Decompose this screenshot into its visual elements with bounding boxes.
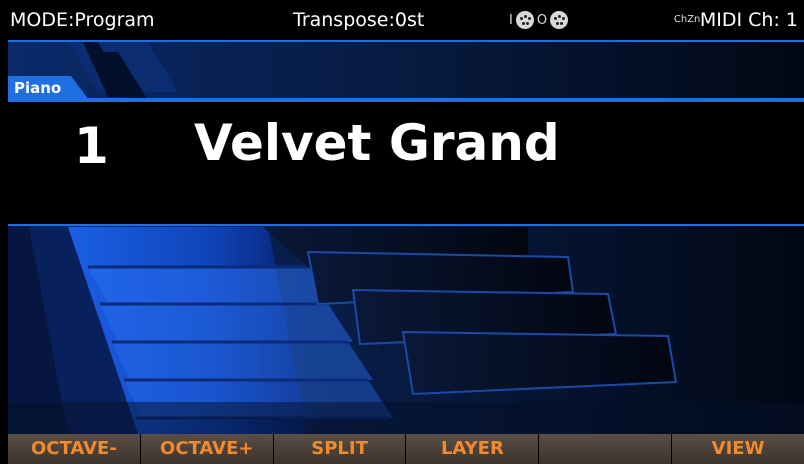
display-screen: MODE:Program Transpose:0st I O ChZn MIDI…	[0, 0, 804, 464]
midi-in-label: I	[509, 12, 513, 28]
octave-down-button[interactable]: OCTAVE-	[8, 434, 141, 464]
midi-out-plug-icon	[550, 11, 569, 29]
chzn-updown-icon: ChZn	[674, 15, 701, 25]
midi-activity-indicator: I O	[509, 9, 569, 31]
soft-button-bar: OCTAVE- OCTAVE+ SPLIT LAYER VIEW	[8, 434, 804, 464]
midi-out-label: O	[536, 12, 548, 28]
program-number: 1	[74, 117, 109, 175]
chzn-label: ChZn	[673, 14, 701, 25]
layer-button[interactable]: LAYER	[406, 434, 540, 464]
view-button[interactable]: VIEW	[672, 434, 804, 464]
midi-channel-label: MIDI Ch: 1	[699, 9, 798, 31]
program-display: 1 Velvet Grand	[8, 100, 804, 226]
mode-indicator: MODE:Program	[10, 9, 155, 31]
octave-up-button[interactable]: OCTAVE+	[140, 434, 274, 464]
blank-soft-button[interactable]	[539, 434, 673, 464]
program-category-tab: Piano	[8, 76, 90, 100]
status-bar: MODE:Program Transpose:0st I O ChZn MIDI…	[8, 0, 804, 42]
transpose-indicator: Transpose:0st	[293, 9, 425, 31]
midi-channel-indicator: ChZn MIDI Ch: 1	[674, 9, 798, 31]
split-button[interactable]: SPLIT	[273, 434, 407, 464]
midi-in-plug-icon	[515, 11, 534, 29]
program-name[interactable]: Velvet Grand	[194, 113, 560, 173]
